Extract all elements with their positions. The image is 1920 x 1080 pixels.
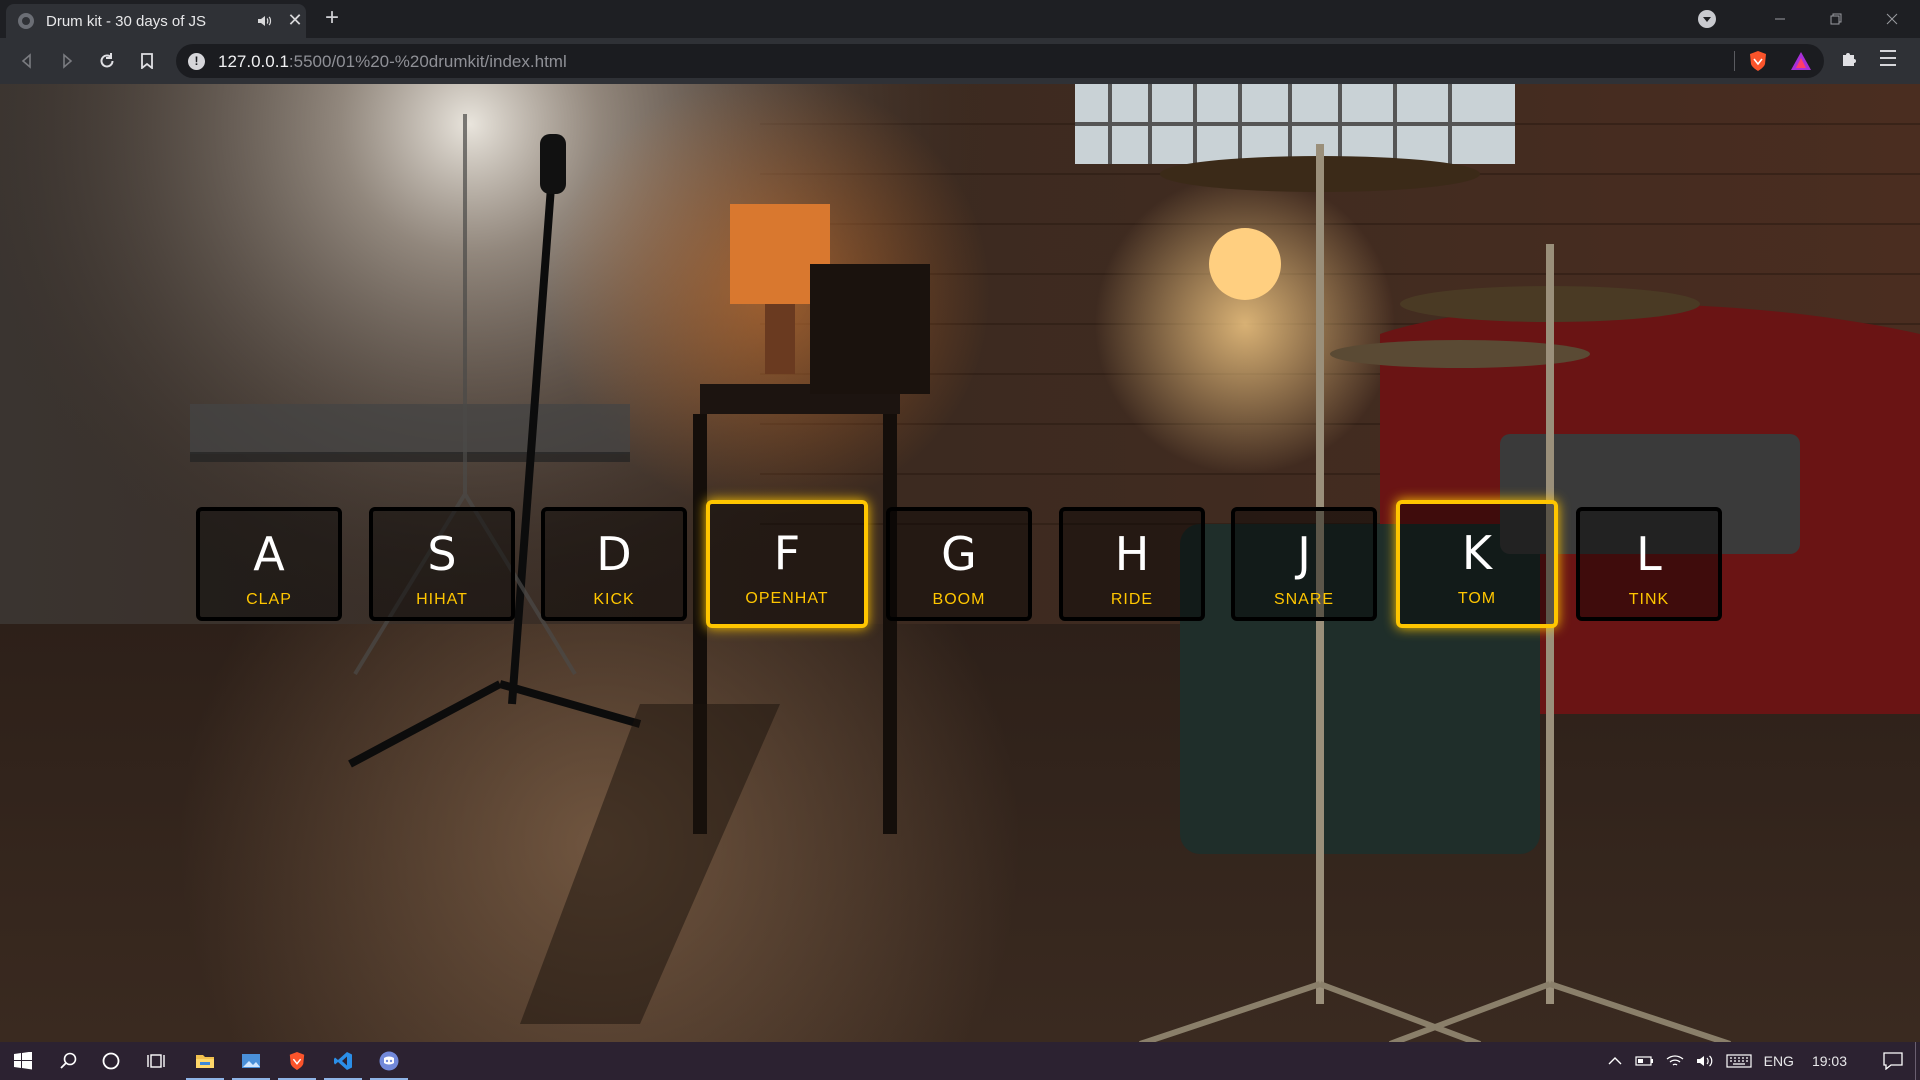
key-letter: A xyxy=(253,527,285,581)
drum-key-j[interactable]: J SNARE xyxy=(1231,507,1377,621)
sound-label: HIHAT xyxy=(416,591,468,608)
key-letter: L xyxy=(1636,527,1662,581)
key-letter: S xyxy=(427,527,457,581)
browser-tab[interactable]: Drum kit - 30 days of JS ✕ xyxy=(6,4,306,38)
bookmark-icon[interactable] xyxy=(134,48,160,74)
wifi-icon[interactable] xyxy=(1666,1054,1684,1068)
new-tab-button[interactable]: + xyxy=(320,6,344,30)
vscode-icon[interactable] xyxy=(320,1042,366,1080)
minimize-button[interactable] xyxy=(1752,0,1808,38)
clock[interactable]: 19:03 xyxy=(1812,1053,1847,1069)
start-icon[interactable] xyxy=(0,1042,46,1080)
site-info-icon[interactable]: ! xyxy=(188,53,205,70)
key-letter: K xyxy=(1461,526,1493,580)
volume-icon[interactable] xyxy=(1696,1054,1714,1068)
chevron-up-icon[interactable] xyxy=(1608,1056,1622,1066)
keyboard-icon[interactable] xyxy=(1726,1054,1752,1068)
drum-key-k[interactable]: K TOM xyxy=(1396,500,1558,628)
sound-label: CLAP xyxy=(246,591,292,608)
drum-key-l[interactable]: L TINK xyxy=(1576,507,1722,621)
extensions-puzzle-icon[interactable] xyxy=(1840,48,1860,68)
notifications-icon[interactable] xyxy=(1883,1052,1903,1070)
language-indicator[interactable]: ENG xyxy=(1764,1053,1794,1069)
sound-label: TINK xyxy=(1628,591,1670,608)
globe-icon xyxy=(18,13,34,29)
drum-key-d[interactable]: D KICK xyxy=(541,507,687,621)
sound-label: OPENHAT xyxy=(745,590,829,607)
key-letter: J xyxy=(1297,527,1311,581)
drum-key-s[interactable]: S HIHAT xyxy=(369,507,515,621)
file-explorer-icon[interactable] xyxy=(182,1042,228,1080)
task-view-icon[interactable] xyxy=(134,1042,180,1080)
brave-shields-icon[interactable] xyxy=(1748,50,1768,72)
sound-label: TOM xyxy=(1457,590,1497,607)
drum-key-f[interactable]: F OPENHAT xyxy=(706,500,868,628)
search-icon[interactable] xyxy=(46,1042,92,1080)
key-letter: F xyxy=(773,526,801,580)
speaker-icon[interactable] xyxy=(256,13,272,29)
forward-arrow-icon[interactable] xyxy=(54,48,80,74)
omnibox-divider xyxy=(1734,51,1735,71)
back-arrow-icon[interactable] xyxy=(14,48,40,74)
discord-icon[interactable] xyxy=(366,1042,412,1080)
tab-strip: Drum kit - 30 days of JS ✕ + xyxy=(0,0,1920,38)
sound-label: BOOM xyxy=(932,591,986,608)
windows-taskbar: ENG 19:03 xyxy=(0,1042,1920,1080)
sound-label: KICK xyxy=(593,591,635,608)
key-letter: G xyxy=(941,527,977,581)
sound-label: SNARE xyxy=(1273,591,1335,608)
battery-icon[interactable] xyxy=(1634,1054,1654,1068)
tab-title: Drum kit - 30 days of JS xyxy=(46,13,207,30)
drumkit-page: A CLAP S HIHAT D KICK F OPENHAT G BOOM H… xyxy=(0,84,1920,1042)
cortana-icon[interactable] xyxy=(88,1042,134,1080)
tab-close-icon[interactable]: ✕ xyxy=(286,11,304,29)
reload-icon[interactable] xyxy=(94,48,120,74)
photos-icon[interactable] xyxy=(228,1042,274,1080)
drum-key-h[interactable]: H RIDE xyxy=(1059,507,1205,621)
drum-keys: A CLAP S HIHAT D KICK F OPENHAT G BOOM H… xyxy=(0,84,1920,1042)
brave-rewards-icon[interactable] xyxy=(1790,51,1812,71)
close-window-button[interactable] xyxy=(1864,0,1920,38)
show-desktop-divider[interactable] xyxy=(1915,1042,1916,1080)
system-tray: ENG 19:03 xyxy=(1608,1042,1920,1080)
drum-key-a[interactable]: A CLAP xyxy=(196,507,342,621)
restore-button[interactable] xyxy=(1808,0,1864,38)
hamburger-menu-icon[interactable] xyxy=(1880,50,1896,71)
key-letter: H xyxy=(1114,527,1150,581)
drum-key-g[interactable]: G BOOM xyxy=(886,507,1032,621)
sound-label: RIDE xyxy=(1110,591,1154,608)
key-letter: D xyxy=(596,527,632,581)
address-bar[interactable]: ! 127.0.0.1:5500/01%20-%20drumkit/index.… xyxy=(176,44,1824,78)
brave-icon[interactable] xyxy=(274,1042,320,1080)
browser-toolbar: ! 127.0.0.1:5500/01%20-%20drumkit/index.… xyxy=(0,38,1920,84)
tab-search-icon[interactable] xyxy=(1698,10,1716,28)
url-text[interactable]: 127.0.0.1:5500/01%20-%20drumkit/index.ht… xyxy=(218,52,567,72)
